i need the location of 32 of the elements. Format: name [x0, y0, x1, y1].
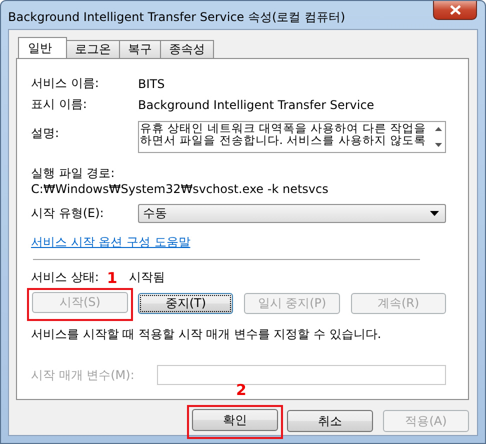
field-value: Background Intelligent Transfer Service: [138, 98, 374, 112]
button[interactable]: 확인: [192, 409, 278, 431]
field-label: 표시 이름:: [31, 96, 88, 113]
field-label: 설명:: [31, 125, 60, 142]
description-box[interactable]: 유휴 상태인 네트워크 대역폭을 사용하여 다른 작업을 하면서 파일을 전송합니다. 서비스를 사용하지 않도록: [138, 121, 446, 153]
scroll-down-icon[interactable]: [434, 143, 442, 147]
close-button[interactable]: [433, 1, 477, 20]
window-title: Background Intelligent Transfer Service 속성(로컬 컴퓨터): [8, 9, 346, 26]
tab[interactable]: 로그온: [66, 40, 120, 58]
field-label: 시작 매개 변수(M):: [31, 366, 136, 384]
field-label: 시작 유형(E):: [31, 205, 105, 222]
field-label: 실행 파일 경로:: [31, 165, 116, 181]
button[interactable]: 취소: [287, 410, 373, 432]
field-value: BITS: [138, 76, 165, 90]
annotation-number: 1: [106, 268, 118, 286]
hint-text: 서비스를 시작할 때 적용할 시작 매개 변수를 지정할 수 있습니다.: [31, 326, 382, 343]
help-link[interactable]: 서비스 시작 옵션 구성 도움말: [31, 234, 190, 251]
annotation-number: 2: [236, 381, 246, 399]
button[interactable]: 중지(T): [138, 293, 234, 314]
tab[interactable]: 복구: [119, 40, 161, 58]
parameters-field[interactable]: [157, 365, 446, 385]
status-value: 시작됨: [128, 269, 165, 286]
field-value: C:₩Windows₩System32₩svchost.exe -k netsvcs: [31, 181, 330, 197]
field-label: 서비스 상태:: [31, 269, 99, 286]
tab[interactable]: 종속성: [160, 40, 214, 58]
description-text: 유휴 상태인 네트워크 대역폭을 사용하여 다른 작업을 하면서 파일을 전송합니다. 서비스를 사용하지 않도록: [139, 122, 427, 149]
startup-type-dropdown[interactable]: 수동: [138, 204, 446, 223]
tab[interactable]: 일반: [18, 37, 67, 58]
field-label: 서비스 이름:: [31, 75, 100, 92]
dropdown-arrow-icon: [430, 211, 439, 216]
close-icon: [450, 5, 460, 15]
scroll-up-icon[interactable]: [434, 127, 442, 131]
